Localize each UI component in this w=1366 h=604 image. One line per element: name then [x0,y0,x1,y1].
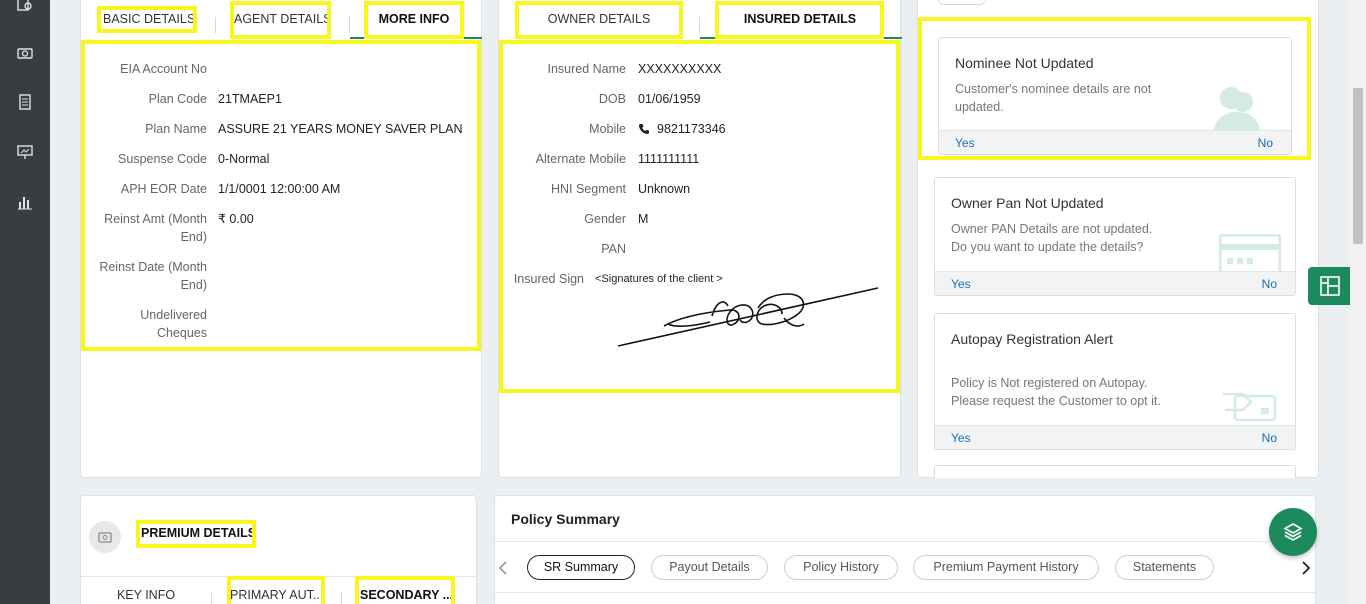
chevron-right-icon[interactable] [1300,560,1312,576]
receipt-icon[interactable] [17,94,33,110]
card-icon [1219,234,1281,272]
chevron-left-icon[interactable] [497,560,509,576]
pill-premium-payment-history[interactable]: Premium Payment History [913,555,1099,580]
pill-payout-details[interactable]: Payout Details [651,555,768,580]
bar-chart-icon[interactable] [17,194,33,210]
policy-search-icon[interactable] [17,0,33,12]
layers-fab-button[interactable] [1269,508,1317,556]
alert-desc: Please request the Customer to opt it. [951,394,1161,408]
yes-button[interactable]: Yes [951,431,971,445]
alert-desc: Owner PAN Details are not updated. [951,222,1153,236]
alert-title: Owner Pan Not Updated [951,195,1104,211]
pill-statements[interactable]: Statements [1115,555,1214,580]
pill-policy-history[interactable]: Policy History [784,555,898,580]
alert-owner-pan: Owner Pan Not Updated Owner PAN Details … [934,177,1296,296]
yes-button[interactable]: Yes [951,277,971,291]
no-button[interactable]: No [1262,431,1277,445]
camera-money-icon [98,532,112,543]
alert-desc: Do you want to update the details? [951,240,1144,254]
presentation-icon[interactable] [17,144,33,160]
pill-sr-summary[interactable]: SR Summary [527,555,635,580]
alert-desc: Policy is Not registered on Autopay. [951,376,1148,390]
layers-icon [1283,523,1303,541]
policy-summary-title: Policy Summary [511,511,620,527]
scrollbar-thumb[interactable] [1353,88,1363,244]
alert-autopay: Autopay Registration Alert Policy is Not… [934,313,1296,450]
camera-money-icon[interactable] [17,45,33,61]
alert-title: Autopay Registration Alert [951,331,1113,347]
payment-card-icon [1223,392,1277,422]
premium-icon-badge [89,521,121,553]
page-scrollbar[interactable] [1350,0,1366,604]
dashboard-toggle-button[interactable] [1308,267,1352,305]
layout-icon [1320,276,1340,296]
tab-key-info[interactable]: KEY INFO [106,588,186,602]
left-sidebar [0,0,50,604]
no-button[interactable]: No [1262,277,1277,291]
